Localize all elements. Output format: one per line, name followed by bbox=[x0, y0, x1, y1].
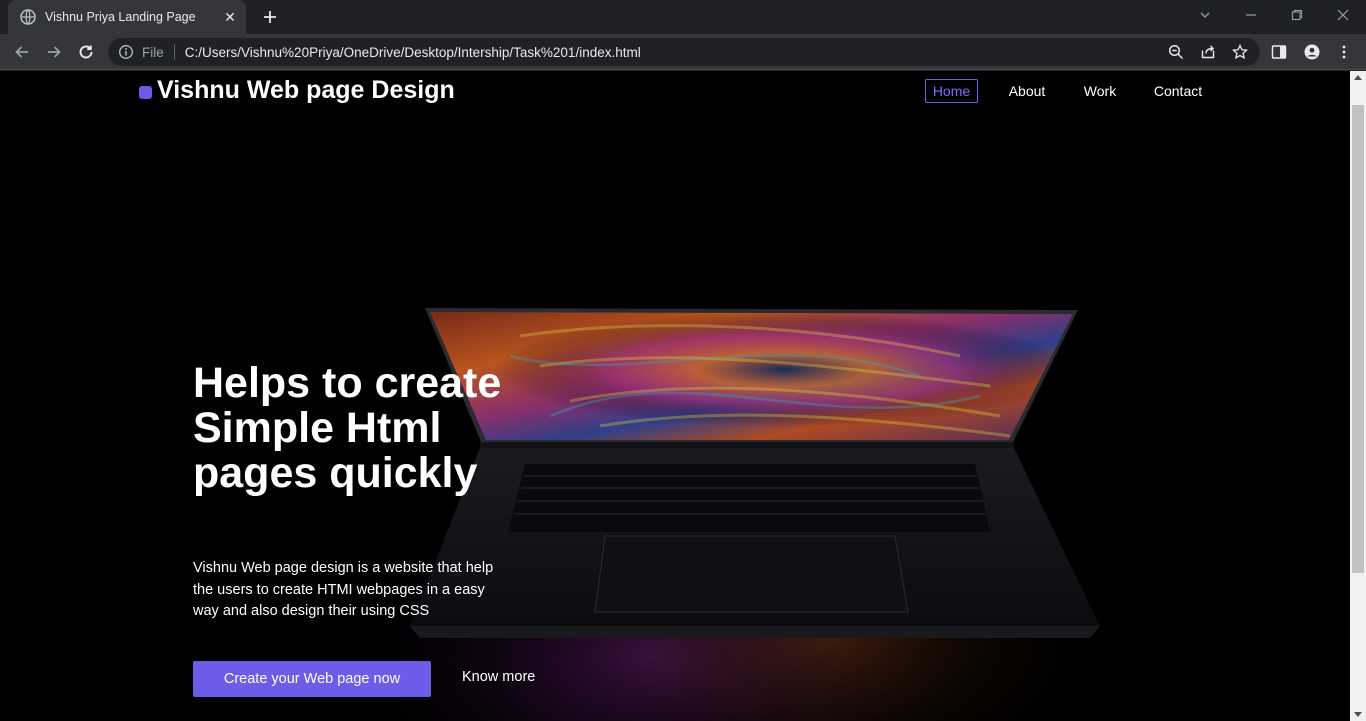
scroll-down-icon[interactable] bbox=[1354, 712, 1362, 717]
omnibox-divider bbox=[173, 44, 175, 60]
nav-contact-link[interactable]: Contact bbox=[1152, 79, 1204, 103]
brand-square-icon bbox=[139, 86, 152, 99]
browser-tab[interactable]: Vishnu Priya Landing Page ✕ bbox=[8, 0, 246, 34]
back-icon[interactable] bbox=[8, 38, 36, 66]
restore-icon[interactable] bbox=[1274, 0, 1320, 30]
hero-title: Helps to create Simple Html pages quickl… bbox=[193, 359, 502, 497]
globe-icon bbox=[20, 9, 36, 25]
hero-description: Vishnu Web page design is a website that… bbox=[193, 560, 494, 619]
address-bar[interactable]: File C:/Users/Vishnu%20Priya/OneDrive/De… bbox=[108, 38, 1260, 66]
site-navbar: Vishnu Web page Design Home About Work C… bbox=[0, 71, 1350, 111]
forward-icon[interactable] bbox=[40, 38, 68, 66]
know-more-link[interactable]: Know more bbox=[462, 669, 535, 685]
nav-about-link[interactable]: About bbox=[1004, 79, 1050, 103]
page-viewport: Vishnu Web page Design Home About Work C… bbox=[0, 71, 1350, 721]
minimize-icon[interactable] bbox=[1228, 0, 1274, 30]
brand-logo[interactable]: Vishnu Web page Design bbox=[139, 76, 455, 105]
profile-avatar-icon[interactable] bbox=[1300, 40, 1324, 64]
scheme-label: File bbox=[142, 44, 164, 60]
brand-name: Vishnu Web page Design bbox=[157, 76, 455, 104]
tab-search-icon[interactable] bbox=[1182, 0, 1228, 30]
close-window-icon[interactable] bbox=[1320, 0, 1366, 30]
tab-strip: Vishnu Priya Landing Page ✕ bbox=[0, 0, 1366, 34]
create-web-page-button[interactable]: Create your Web page now bbox=[193, 661, 431, 697]
zoom-icon[interactable] bbox=[1164, 40, 1188, 64]
menu-kebab-icon[interactable] bbox=[1332, 40, 1356, 64]
nav-home-link[interactable]: Home bbox=[925, 79, 978, 103]
laptop-hero-image bbox=[400, 296, 1120, 721]
reload-icon[interactable] bbox=[72, 38, 100, 66]
new-tab-icon[interactable] bbox=[258, 5, 282, 29]
url-text[interactable]: C:/Users/Vishnu%20Priya/OneDrive/Desktop… bbox=[185, 45, 641, 60]
close-tab-icon[interactable]: ✕ bbox=[218, 5, 242, 29]
tab-title: Vishnu Priya Landing Page bbox=[45, 10, 196, 24]
bookmark-star-icon[interactable] bbox=[1228, 40, 1252, 64]
side-panel-icon[interactable] bbox=[1267, 40, 1291, 64]
scroll-up-icon[interactable] bbox=[1354, 75, 1362, 80]
share-icon[interactable] bbox=[1196, 40, 1220, 64]
scrollbar-thumb[interactable] bbox=[1352, 105, 1364, 573]
nav-work-link[interactable]: Work bbox=[1080, 79, 1120, 103]
browser-toolbar: File C:/Users/Vishnu%20Priya/OneDrive/De… bbox=[0, 34, 1366, 70]
info-icon[interactable] bbox=[118, 44, 134, 60]
page-scrollbar[interactable] bbox=[1350, 71, 1366, 721]
